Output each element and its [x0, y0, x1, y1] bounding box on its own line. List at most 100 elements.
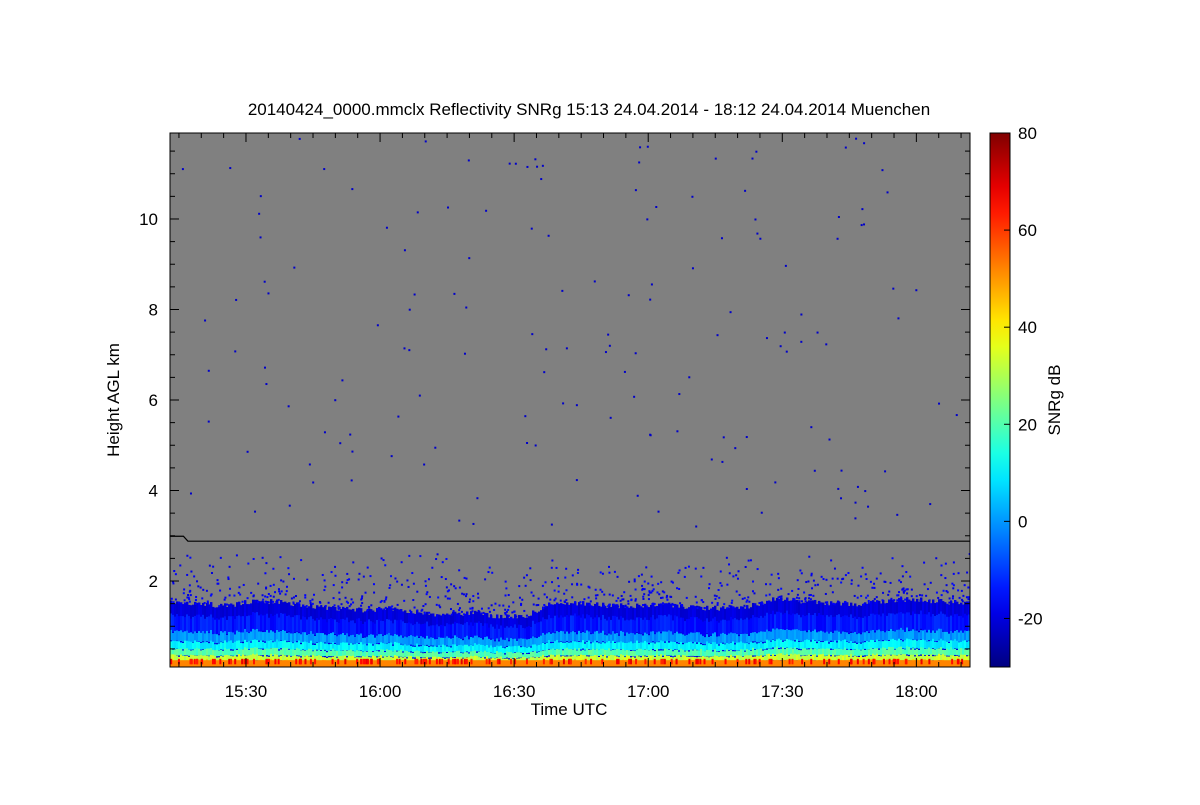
scatter-speckle — [379, 601, 382, 604]
scatter-speckle — [891, 557, 894, 560]
scatter-speckle — [736, 577, 739, 580]
scatter-speckle — [780, 587, 783, 590]
surface-speckle — [438, 658, 441, 665]
scatter-speckle — [370, 604, 373, 607]
scatter-speckle — [831, 577, 834, 580]
scatter-speckle — [702, 601, 705, 604]
scatter-speckle — [896, 599, 899, 602]
scatter-speckle — [867, 602, 870, 605]
scatter-speckle — [423, 612, 426, 615]
noise-speckle — [784, 264, 787, 267]
scatter-speckle — [269, 584, 272, 587]
colorbar-tick-label: 80 — [1018, 124, 1037, 143]
scatter-speckle — [208, 564, 211, 567]
surface-speckle — [190, 658, 193, 665]
surface-speckle — [234, 658, 237, 665]
scatter-speckle — [571, 583, 574, 586]
scatter-speckle — [919, 599, 922, 602]
scatter-speckle — [435, 603, 438, 606]
scatter-speckle — [350, 598, 353, 601]
surface-speckle — [788, 658, 791, 665]
scatter-speckle — [758, 602, 761, 605]
noise-speckle — [413, 293, 416, 296]
noise-speckle — [593, 280, 596, 283]
noise-speckle — [816, 331, 819, 334]
scatter-speckle — [361, 602, 364, 605]
scatter-speckle — [860, 575, 863, 578]
surface-speckle — [644, 658, 647, 665]
noise-speckle — [561, 289, 564, 292]
scatter-speckle — [719, 570, 722, 573]
scatter-speckle — [628, 580, 631, 583]
scatter-speckle — [265, 562, 268, 565]
scatter-speckle — [923, 561, 926, 564]
noise-speckle — [720, 237, 723, 240]
scatter-speckle — [226, 603, 229, 606]
scatter-speckle — [809, 598, 812, 601]
surface-speckle — [299, 658, 302, 665]
scatter-speckle — [796, 593, 799, 596]
scatter-speckle — [641, 604, 644, 607]
surface-speckle — [956, 658, 959, 665]
scatter-speckle — [277, 588, 280, 591]
surface-speckle — [850, 658, 853, 665]
surface-speckle — [452, 658, 455, 665]
noise-speckle — [514, 162, 517, 165]
scatter-speckle — [468, 600, 471, 603]
scatter-speckle — [337, 607, 340, 610]
surface-speckle — [331, 658, 334, 665]
scatter-speckle — [366, 566, 369, 569]
noise-speckle — [575, 404, 578, 407]
scatter-speckle — [334, 565, 337, 568]
scatter-speckle — [239, 593, 242, 596]
scatter-speckle — [330, 571, 333, 574]
noise-speckle — [840, 469, 843, 472]
scatter-speckle — [557, 585, 560, 588]
plot-area — [169, 132, 971, 668]
scatter-speckle — [543, 603, 546, 606]
scatter-speckle — [963, 584, 966, 587]
surface-speckle — [801, 658, 804, 665]
scatter-speckle — [744, 565, 747, 568]
scatter-speckle — [832, 602, 835, 605]
scatter-speckle — [209, 594, 212, 597]
surface-speckle — [653, 658, 656, 665]
scatter-speckle — [439, 606, 442, 609]
scatter-speckle — [738, 593, 741, 596]
scatter-speckle — [202, 588, 205, 591]
scatter-speckle — [691, 607, 694, 610]
scatter-speckle — [186, 573, 189, 576]
scatter-speckle — [462, 593, 465, 596]
scatter-speckle — [703, 607, 706, 610]
noise-speckle — [678, 393, 681, 396]
scatter-speckle — [392, 608, 395, 611]
noise-speckle — [856, 485, 859, 488]
scatter-speckle — [940, 574, 943, 577]
scatter-speckle — [262, 598, 265, 601]
x-tick-label: 15:30 — [225, 682, 268, 701]
scatter-speckle — [587, 596, 590, 599]
noise-speckle — [575, 479, 578, 482]
scatter-speckle — [700, 575, 703, 578]
scatter-speckle — [383, 608, 386, 611]
scatter-speckle — [199, 586, 202, 589]
scatter-speckle — [601, 590, 604, 593]
scatter-speckle — [751, 590, 754, 593]
scatter-speckle — [306, 578, 309, 581]
scatter-speckle — [952, 595, 955, 598]
scatter-speckle — [904, 598, 907, 601]
scatter-speckle — [229, 587, 232, 590]
surface-speckle — [688, 658, 691, 665]
scatter-speckle — [671, 602, 674, 605]
noise-speckle — [774, 481, 777, 484]
noise-speckle — [534, 158, 537, 161]
scatter-speckle — [507, 594, 510, 597]
scatter-speckle — [345, 581, 348, 584]
noise-speckle — [646, 218, 649, 221]
scatter-speckle — [879, 572, 882, 575]
noise-speckle — [298, 137, 301, 140]
scatter-speckle — [616, 575, 619, 578]
scatter-speckle — [341, 581, 344, 584]
scatter-speckle — [264, 595, 267, 598]
noise-speckle — [938, 402, 941, 405]
